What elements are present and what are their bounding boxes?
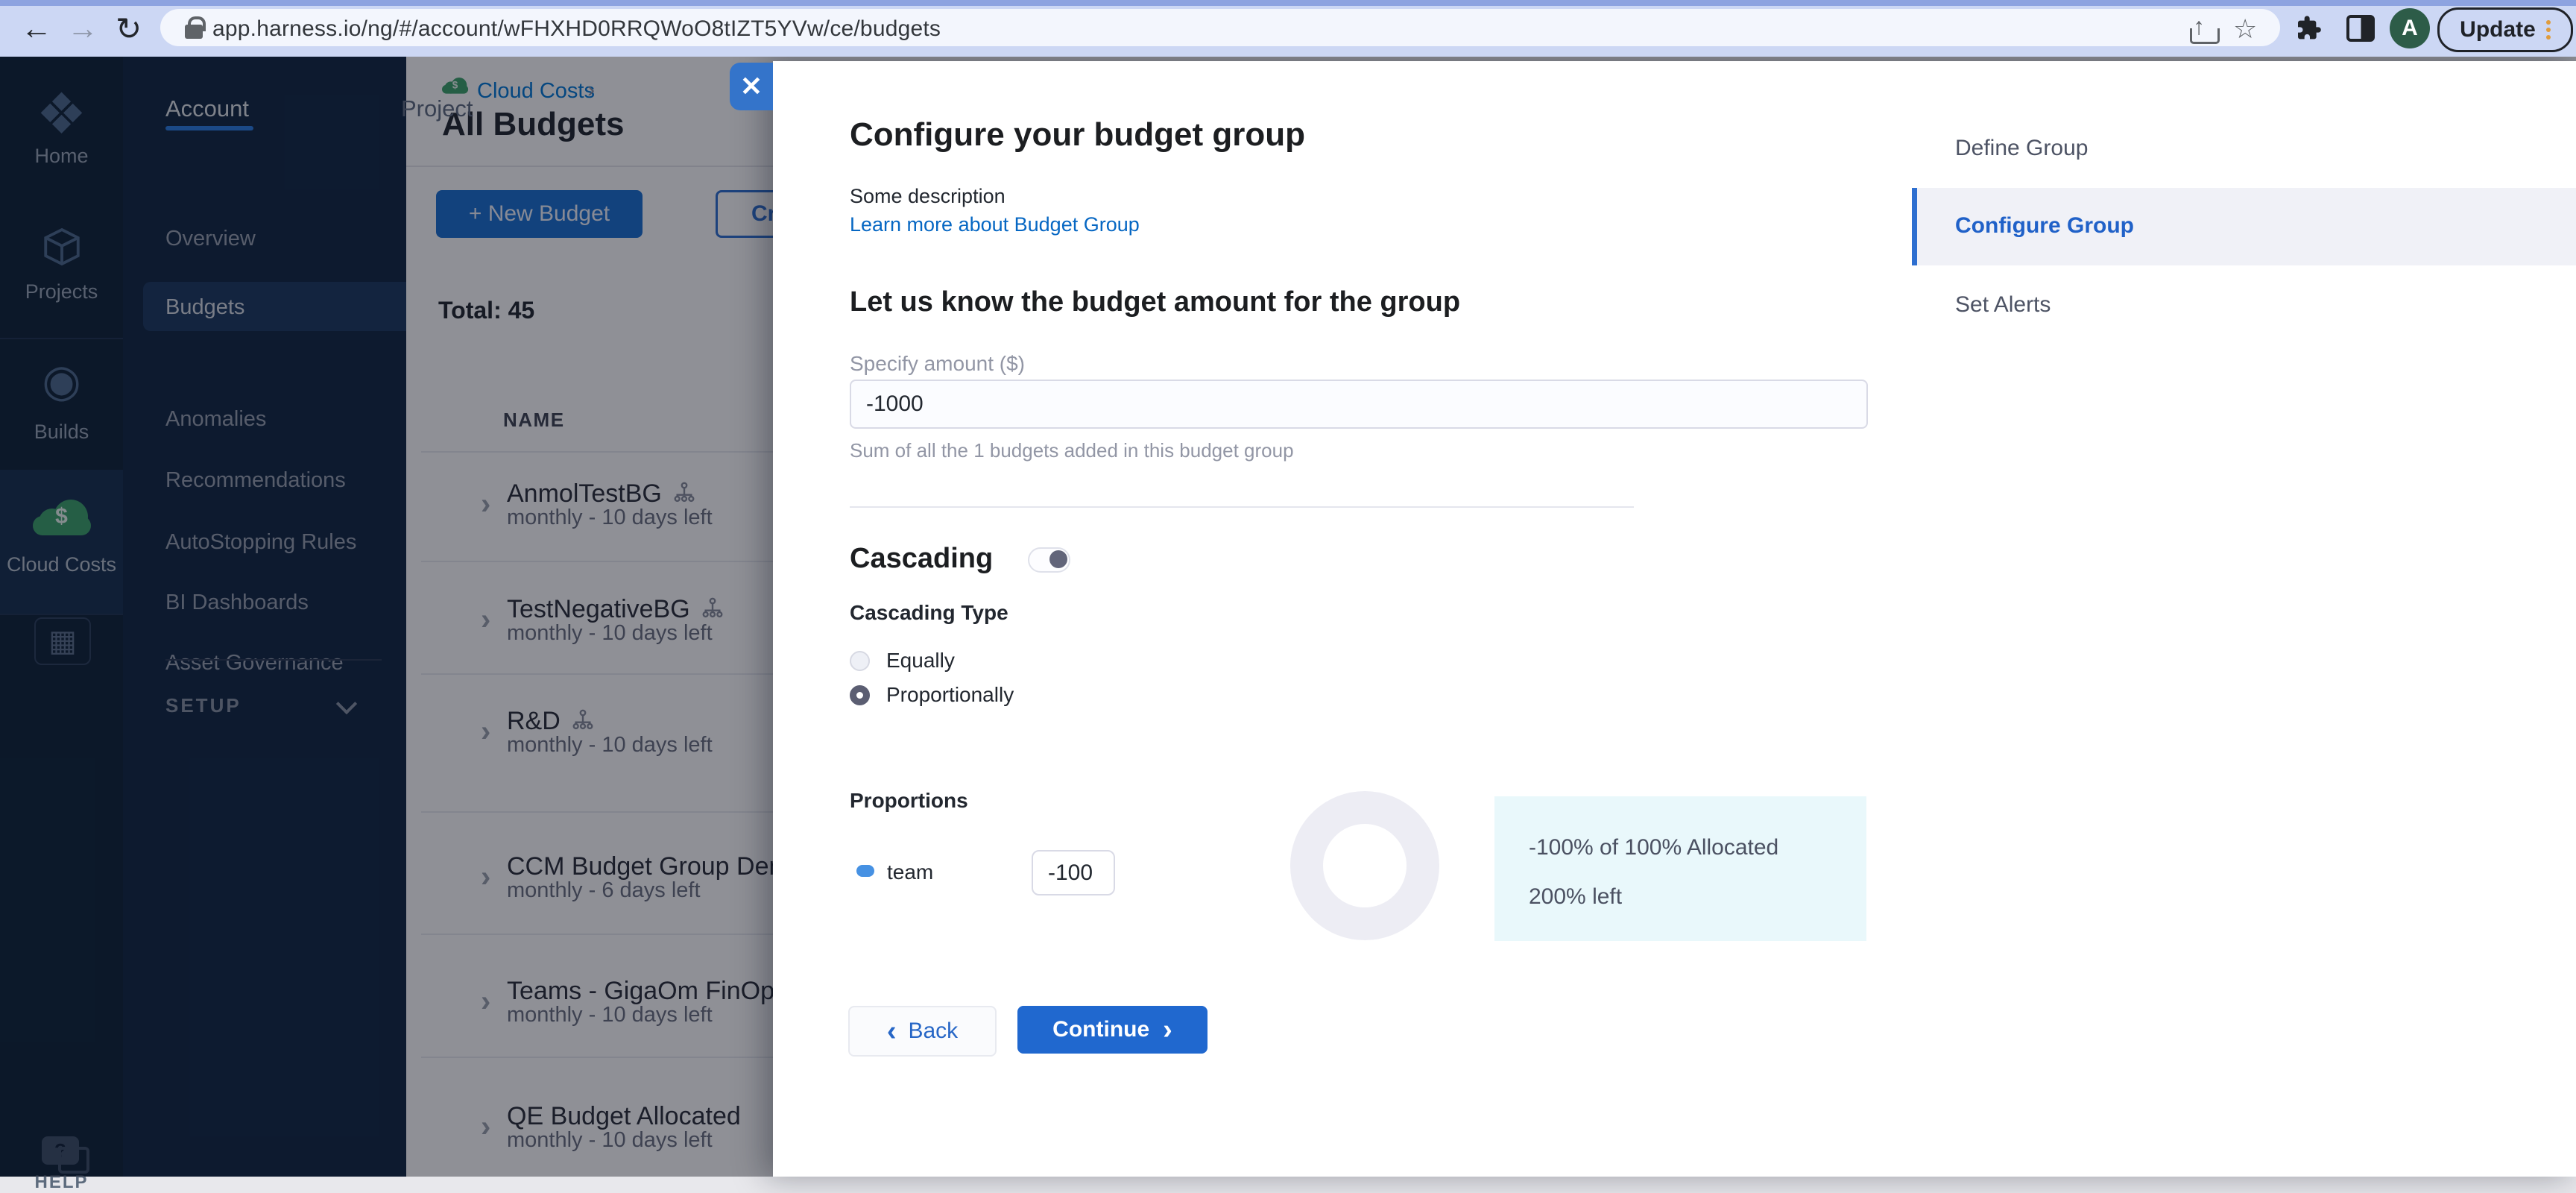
back-button[interactable]: ‹ Back <box>848 1006 997 1057</box>
allocation-donut-chart <box>1290 791 1439 940</box>
back-label: Back <box>908 1019 959 1043</box>
step-set-alerts[interactable]: Set Alerts <box>1955 292 2051 318</box>
cascading-heading: Cascading <box>850 543 994 574</box>
amount-input[interactable] <box>850 380 1868 429</box>
proportions-label: Proportions <box>850 789 968 812</box>
radio-proportionally[interactable]: Proportionally <box>850 682 1014 708</box>
amount-label: Specify amount ($) <box>850 352 1025 375</box>
radio-circle-icon[interactable] <box>850 650 870 671</box>
step-configure-group-label: Configure Group <box>1955 213 2134 238</box>
configure-budget-group-modal: ✕ Configure your budget group Some descr… <box>730 61 2576 1177</box>
browser-back-icon[interactable]: ← <box>21 10 52 46</box>
learn-more-link[interactable]: Learn more about Budget Group <box>850 213 1140 236</box>
amount-helper: Sum of all the 1 budgets added in this b… <box>850 439 1294 462</box>
update-label: Update <box>2460 17 2536 42</box>
allocation-left-line: 200% left <box>1529 884 1623 909</box>
step-define-group[interactable]: Define Group <box>1955 136 2088 161</box>
browser-top-strip <box>0 0 2576 6</box>
menu-dots-icon <box>2545 17 2551 43</box>
allocation-info-panel: -100% of 100% Allocated 200% left <box>1494 796 1866 941</box>
radio-equally-label: Equally <box>886 649 955 672</box>
url-text[interactable]: app.harness.io/ng/#/account/wFHXHD0RRQWo… <box>212 16 941 42</box>
avatar-initial: A <box>2402 16 2418 40</box>
avatar[interactable]: A <box>2390 8 2430 48</box>
continue-label: Continue <box>1052 1017 1150 1042</box>
modal-description: Some description <box>850 185 1006 207</box>
close-icon[interactable]: ✕ <box>730 63 773 110</box>
toggle-knob <box>1049 550 1067 568</box>
proportion-row-name: team <box>887 860 934 884</box>
team-color-dot <box>856 865 874 877</box>
share-icon <box>2190 28 2220 44</box>
continue-button[interactable]: Continue › <box>1017 1006 1208 1054</box>
update-button[interactable]: Update <box>2437 7 2573 52</box>
cascading-toggle[interactable] <box>1028 547 1070 573</box>
section-divider <box>850 506 1634 508</box>
radio-circle-icon[interactable] <box>850 684 870 705</box>
allocation-line: -100% of 100% Allocated <box>1529 835 1779 860</box>
side-panel-icon[interactable] <box>2346 15 2375 42</box>
amount-heading: Let us know the budget amount for the gr… <box>850 286 1461 318</box>
browser-reload-icon[interactable]: ↻ <box>116 10 142 47</box>
browser-chrome: ← → ↻ app.harness.io/ng/#/account/wFHXHD… <box>0 0 2576 57</box>
app-root: $ Cloud Costs › All Budgets + New Budget… <box>0 57 2576 1192</box>
radio-proportionally-label: Proportionally <box>886 683 1014 706</box>
extensions-puzzle-icon[interactable] <box>2293 13 2323 43</box>
cascading-type-label: Cascading Type <box>850 601 1008 624</box>
lock-icon <box>185 25 203 39</box>
proportion-input[interactable] <box>1032 850 1115 895</box>
radio-equally[interactable]: Equally <box>850 648 955 673</box>
modal-title: Configure your budget group <box>850 116 1306 153</box>
browser-forward-icon: → <box>67 10 98 45</box>
bookmark-star-icon[interactable]: ☆ <box>2233 13 2257 45</box>
